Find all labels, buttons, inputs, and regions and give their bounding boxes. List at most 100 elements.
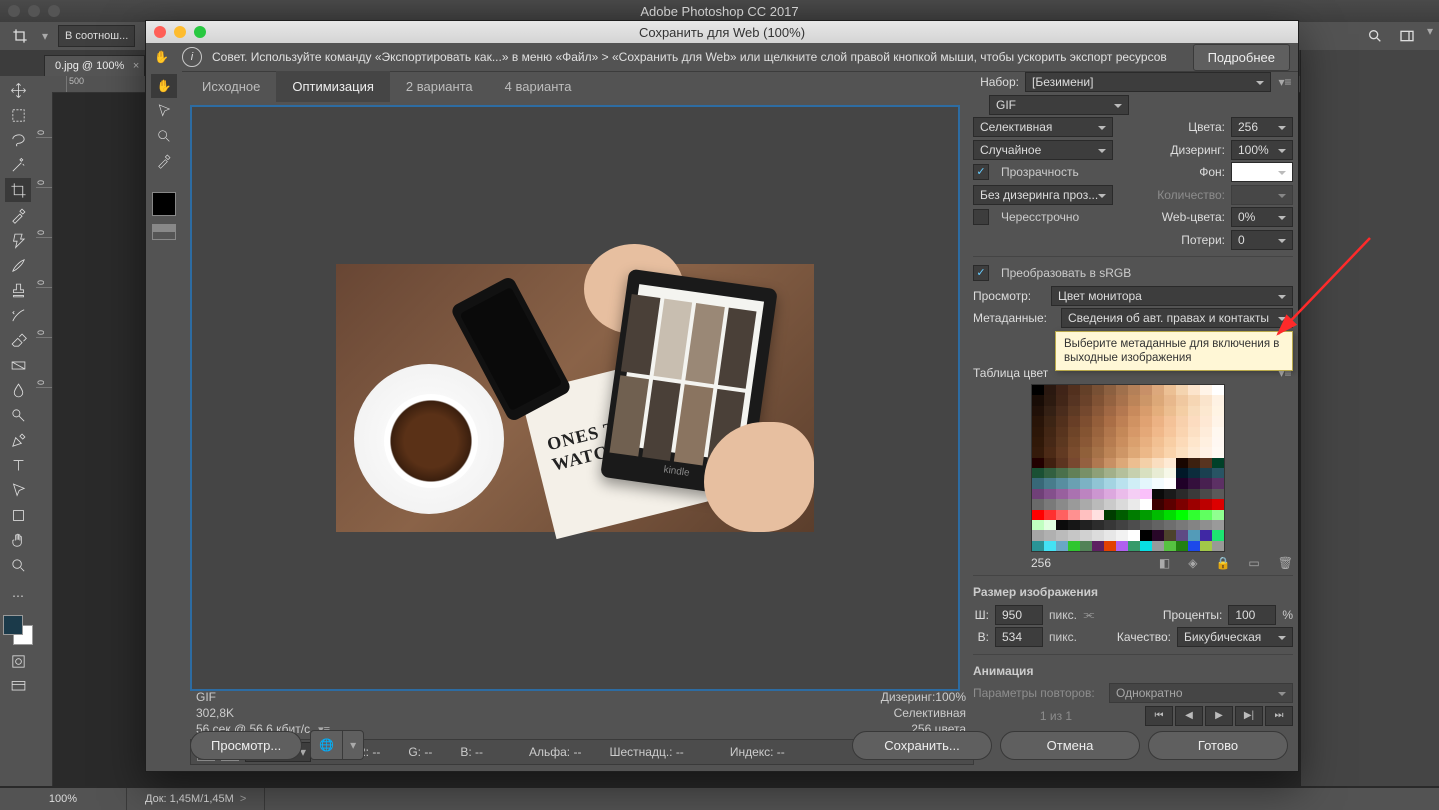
ct-new-icon[interactable]: ▭ <box>1248 556 1259 570</box>
preview-select[interactable]: Цвет монитора <box>1051 286 1293 306</box>
chevron-down-icon[interactable]: ▾ <box>342 731 363 759</box>
ct-lock-icon[interactable]: 🔒 <box>1215 556 1230 570</box>
dither-amount-select[interactable]: 100% <box>1231 140 1293 160</box>
search-icon[interactable] <box>1363 24 1387 48</box>
ct-sort-icon[interactable]: ◧ <box>1159 556 1170 570</box>
ct-shift-icon[interactable]: ◈ <box>1188 556 1197 570</box>
format-select[interactable]: GIF <box>989 95 1129 115</box>
tab-2up[interactable]: 2 варианта <box>390 71 489 102</box>
settings-menu-icon[interactable]: ▾≡ <box>1277 75 1293 89</box>
trans-dither-select[interactable]: Без дизеринга проз... <box>973 185 1113 205</box>
dialog-traffic-lights[interactable] <box>154 26 206 38</box>
cancel-button[interactable]: Отмена <box>1000 731 1140 760</box>
tab-original[interactable]: Исходное <box>186 71 276 102</box>
close-tab-icon[interactable]: × <box>133 60 139 72</box>
eyedropper-tool-icon[interactable] <box>151 149 177 173</box>
path-select-icon[interactable] <box>5 478 31 502</box>
lossy-select[interactable]: 0 <box>1231 230 1293 250</box>
crop-tool-icon[interactable] <box>8 24 32 48</box>
eraser-tool-icon[interactable] <box>5 328 31 352</box>
wand-tool-icon[interactable] <box>5 153 31 177</box>
play-icon[interactable]: ▶ <box>1205 706 1233 726</box>
websnap-select[interactable]: 0% <box>1231 207 1293 227</box>
done-button[interactable]: Готово <box>1148 731 1288 760</box>
move-tool-icon[interactable] <box>5 78 31 102</box>
document-tab[interactable]: 0.jpg @ 100% × <box>44 55 145 76</box>
prev-frame-icon[interactable]: ◀ <box>1175 706 1203 726</box>
gradient-tool-icon[interactable] <box>5 353 31 377</box>
heal-tool-icon[interactable] <box>5 228 31 252</box>
edit-toolbar-icon[interactable]: ⋯ <box>5 584 31 608</box>
ct-trash-icon[interactable]: 🗑 <box>1278 556 1293 570</box>
screenmode-icon[interactable] <box>5 674 31 698</box>
save-button[interactable]: Сохранить... <box>852 731 992 760</box>
dodge-tool-icon[interactable] <box>5 403 31 427</box>
maximize-icon[interactable] <box>194 26 206 38</box>
pen-tool-icon[interactable] <box>5 428 31 452</box>
globe-icon: 🌐 <box>311 738 342 752</box>
color-swatches[interactable] <box>3 615 33 645</box>
status-docsize[interactable]: Док: 1,45M/1,45M> <box>127 788 265 810</box>
blur-tool-icon[interactable] <box>5 378 31 402</box>
slice-visibility-icon[interactable] <box>152 224 176 240</box>
preview-pane[interactable] <box>190 105 960 691</box>
zoom-tool-icon[interactable] <box>151 124 177 148</box>
hand-tool-small-icon[interactable]: ✋ <box>154 50 172 64</box>
maximize-icon[interactable] <box>48 5 60 17</box>
chevron-down-icon[interactable]: ▾ <box>42 29 48 43</box>
close-icon[interactable] <box>8 5 20 17</box>
workspace-icon[interactable] <box>1395 24 1419 48</box>
chevron-down-icon[interactable]: ▾ <box>1427 24 1433 48</box>
lasso-tool-icon[interactable] <box>5 128 31 152</box>
stamp-tool-icon[interactable] <box>5 278 31 302</box>
tab-optimized[interactable]: Оптимизация <box>276 71 390 102</box>
metadata-select[interactable]: Сведения об авт. правах и контакты <box>1061 308 1293 328</box>
preset-select[interactable]: [Безимени] <box>1025 72 1271 92</box>
eyedropper-color-swatch[interactable] <box>152 192 176 216</box>
interlaced-checkbox[interactable] <box>973 209 989 225</box>
link-icon[interactable]: ⫘ <box>1083 607 1095 622</box>
color-table[interactable] <box>1031 384 1225 552</box>
srgb-checkbox[interactable] <box>973 265 989 281</box>
app-titlebar: Adobe Photoshop CC 2017 <box>0 0 1439 22</box>
colors-select[interactable]: 256 <box>1231 117 1293 137</box>
palette-select[interactable]: Селективная <box>973 117 1113 137</box>
traffic-lights[interactable] <box>8 5 60 17</box>
first-frame-icon[interactable]: ⏮ <box>1145 706 1173 726</box>
eyedropper-tool-icon[interactable] <box>5 203 31 227</box>
marquee-tool-icon[interactable] <box>5 103 31 127</box>
percent-input[interactable]: 100 <box>1228 605 1276 625</box>
more-info-button[interactable]: Подробнее <box>1193 44 1290 71</box>
crop-preset-field[interactable]: В соотнош... <box>58 25 135 47</box>
last-frame-icon[interactable]: ⏭ <box>1265 706 1293 726</box>
height-input[interactable]: 534 <box>995 627 1043 647</box>
loop-select: Однократно <box>1109 683 1293 703</box>
browser-select[interactable]: 🌐 ▾ <box>310 730 364 760</box>
hand-tool-icon[interactable] <box>5 528 31 552</box>
crop-tool-icon[interactable] <box>5 178 31 202</box>
brush-tool-icon[interactable] <box>5 253 31 277</box>
dialog-titlebar: Сохранить для Web (100%) <box>146 21 1298 43</box>
width-input[interactable]: 950 <box>995 605 1043 625</box>
next-frame-icon[interactable]: ▶| <box>1235 706 1263 726</box>
quickmask-icon[interactable] <box>5 649 31 673</box>
hand-tool-icon[interactable]: ✋ <box>151 74 177 98</box>
history-brush-icon[interactable] <box>5 303 31 327</box>
minimize-icon[interactable] <box>28 5 40 17</box>
dither-label: Дизеринг: <box>1119 143 1225 157</box>
minimize-icon[interactable] <box>174 26 186 38</box>
shape-tool-icon[interactable] <box>5 503 31 527</box>
dither-type-select[interactable]: Случайное <box>973 140 1113 160</box>
close-icon[interactable] <box>154 26 166 38</box>
tab-4up[interactable]: 4 варианта <box>489 71 588 102</box>
animation-title: Анимация <box>973 664 1033 678</box>
transparency-checkbox[interactable] <box>973 164 989 180</box>
type-tool-icon[interactable] <box>5 453 31 477</box>
slice-select-icon[interactable] <box>151 99 177 123</box>
matte-select[interactable] <box>1231 162 1293 182</box>
preview-browser-button[interactable]: Просмотр... <box>190 731 302 760</box>
quality-select[interactable]: Бикубическая <box>1177 627 1293 647</box>
fg-swatch[interactable] <box>3 615 23 635</box>
zoom-tool-icon[interactable] <box>5 553 31 577</box>
status-zoom[interactable]: 100% <box>0 788 127 810</box>
